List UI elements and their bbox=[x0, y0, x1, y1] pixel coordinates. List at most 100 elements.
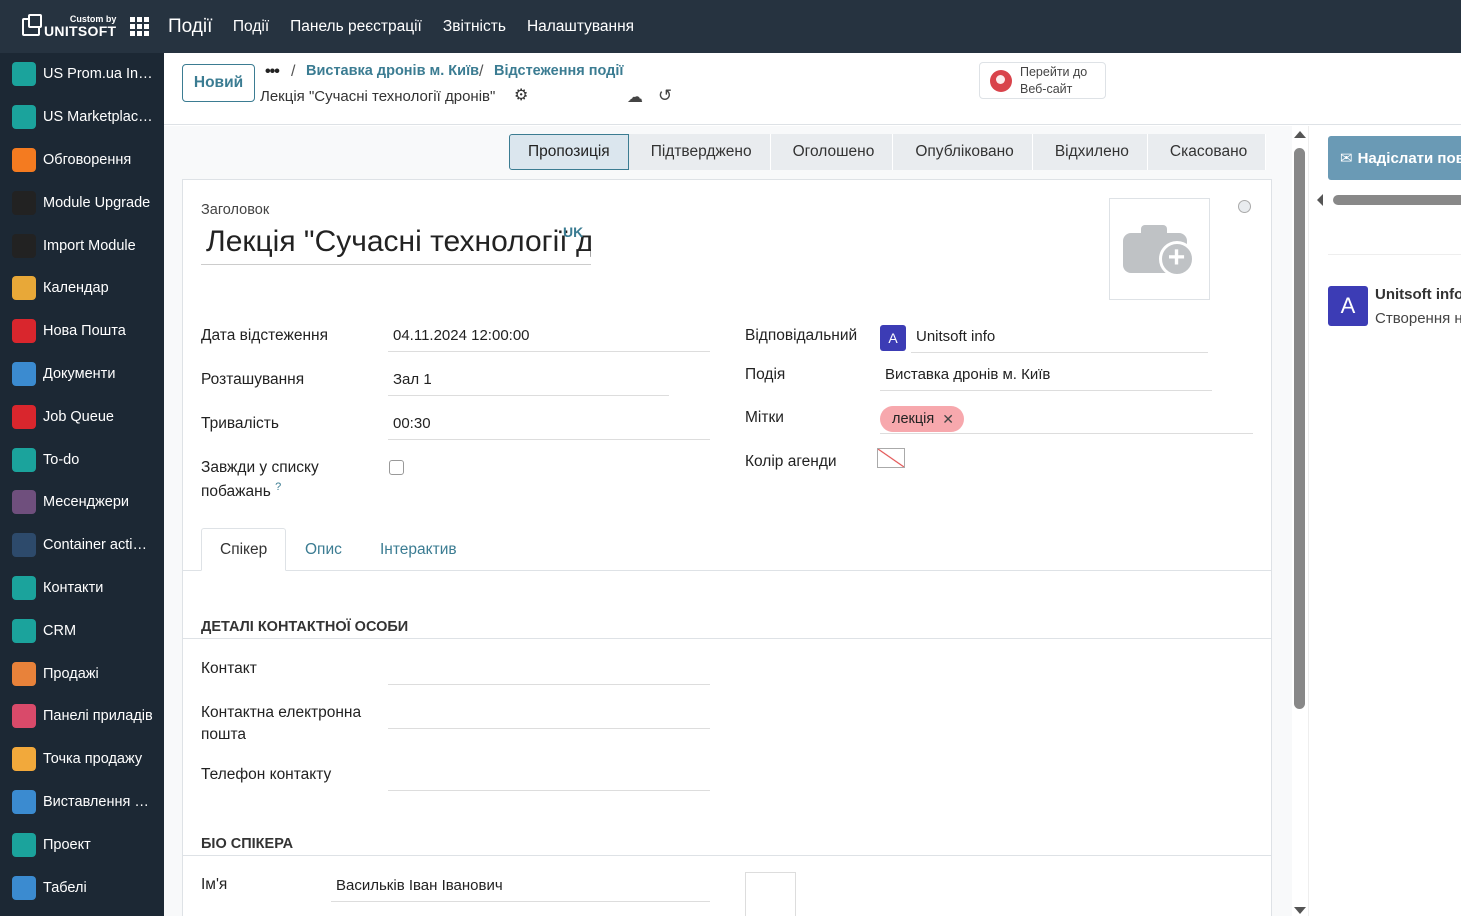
sidebar-item-label: US Marketplace... bbox=[43, 109, 155, 126]
sidebar-item[interactable]: US Prom.ua Inte... bbox=[0, 53, 164, 96]
menu-item-registration-desk[interactable]: Панель реєстрації bbox=[280, 18, 433, 36]
wishlist-label-line1: Завжди у списку bbox=[201, 459, 319, 476]
location-field[interactable]: Зал 1 bbox=[388, 369, 669, 396]
scroll-down-arrow-icon[interactable] bbox=[1294, 907, 1306, 914]
contact-phone-field[interactable] bbox=[388, 764, 710, 791]
sidebar-item[interactable]: Календар bbox=[0, 267, 164, 310]
timesheet-icon bbox=[12, 875, 36, 900]
sidebar-item-label: To-do bbox=[43, 451, 80, 468]
wishlist-label-line2: побажань bbox=[201, 483, 271, 501]
sidebar-item-label: Виставлення ра... bbox=[43, 793, 155, 810]
stage-confirmed[interactable]: Підтверджено bbox=[628, 134, 771, 170]
sidebar-item[interactable]: Проект bbox=[0, 823, 164, 866]
stage-cancelled[interactable]: Скасовано bbox=[1147, 134, 1267, 170]
tag-chip: лекція ✕ bbox=[880, 406, 964, 432]
sidebar-item-label: Module Upgrade bbox=[43, 194, 151, 211]
sidebar-item[interactable]: Точка продажу bbox=[0, 738, 164, 781]
gear-icon[interactable]: ⚙ bbox=[514, 88, 530, 104]
stage-statusbar: Пропозиція Підтверджено Оголошено Опублі… bbox=[509, 134, 1267, 170]
cloud-save-icon[interactable]: ☁ bbox=[627, 87, 643, 107]
menu-item-reporting[interactable]: Звітність bbox=[432, 18, 516, 36]
tab-speaker[interactable]: Спікер bbox=[201, 528, 287, 571]
responsible-field[interactable]: Unitsoft info bbox=[911, 326, 1208, 353]
message-author-name[interactable]: Unitsoft info bbox=[1375, 286, 1461, 303]
stage-published[interactable]: Опубліковано bbox=[893, 134, 1033, 170]
duration-label: Тривалість bbox=[201, 415, 279, 432]
scroll-left-arrow-icon[interactable] bbox=[1317, 194, 1323, 206]
scroll-thumb[interactable] bbox=[1294, 148, 1305, 709]
duration-field[interactable]: 00:30 bbox=[388, 413, 710, 440]
sidebar-item[interactable]: Продажі bbox=[0, 652, 164, 695]
sidebar-item-label: Месенджери bbox=[43, 494, 130, 511]
sidebar-item[interactable]: Контакти bbox=[0, 567, 164, 610]
contact-section-title: Деталі контактної особи bbox=[201, 619, 409, 635]
sidebar-item[interactable]: Месенджери bbox=[0, 481, 164, 524]
sidebar-item[interactable]: Нова Пошта bbox=[0, 310, 164, 353]
sidebar-item[interactable]: Job Queue bbox=[0, 395, 164, 438]
tab-description[interactable]: Опис bbox=[305, 528, 342, 571]
sidebar-item[interactable]: Панелі приладів bbox=[0, 695, 164, 738]
new-button[interactable]: Новий bbox=[182, 64, 255, 102]
language-badge[interactable]: UK bbox=[563, 224, 583, 240]
sidebar-item-label: Import Module bbox=[43, 237, 136, 254]
website-label-line1: Перейти до bbox=[1020, 65, 1088, 80]
sidebar-item[interactable]: Module Upgrade bbox=[0, 181, 164, 224]
sidebar-item[interactable]: Import Module bbox=[0, 224, 164, 267]
sidebar-item[interactable]: Виставлення ра... bbox=[0, 781, 164, 824]
form-sheet: Заголовок Лекція "Сучасні технології дро… bbox=[182, 179, 1272, 916]
date-field[interactable]: 04.11.2024 12:00:00 bbox=[388, 325, 710, 352]
event-field[interactable]: Виставка дронів м. Київ bbox=[880, 364, 1212, 391]
message-author-avatar[interactable]: A bbox=[1328, 286, 1368, 326]
sidebar-item[interactable]: Табелі bbox=[0, 866, 164, 909]
menu-item-events[interactable]: Події bbox=[222, 18, 279, 36]
tag-remove-icon[interactable]: ✕ bbox=[942, 411, 954, 428]
send-message-button[interactable]: ✉ Надіслати повідомлення bbox=[1328, 136, 1461, 180]
tab-interactive[interactable]: Інтерактив bbox=[380, 528, 457, 571]
speaker-name-field[interactable]: Васильків Іван Іванович bbox=[331, 875, 710, 902]
help-tooltip-icon[interactable]: ? bbox=[275, 481, 281, 493]
contact-field[interactable] bbox=[388, 658, 710, 685]
brand-logo[interactable]: Custom by UNITSOFT bbox=[0, 0, 120, 53]
kanban-state-indicator[interactable] bbox=[1238, 200, 1251, 213]
go-to-website-button[interactable]: Перейти до Веб-сайт bbox=[979, 62, 1106, 99]
stage-announced[interactable]: Оголошено bbox=[770, 134, 894, 170]
sidebar-item[interactable]: To-do bbox=[0, 438, 164, 481]
sidebar-item-label: Проект bbox=[43, 836, 91, 853]
undo-icon[interactable]: ↺ bbox=[658, 86, 672, 106]
contact-email-field[interactable] bbox=[388, 702, 710, 729]
sidebar-item[interactable]: Документи bbox=[0, 353, 164, 396]
stage-refused[interactable]: Відхилено bbox=[1032, 134, 1148, 170]
track-image-upload[interactable]: + bbox=[1109, 198, 1210, 300]
title-label: Заголовок bbox=[201, 202, 270, 218]
stage-proposal[interactable]: Пропозиція bbox=[509, 134, 629, 170]
bio-section-title: Біо спікера bbox=[201, 836, 294, 852]
sidebar-item[interactable]: CRM bbox=[0, 609, 164, 652]
sidebar-item[interactable]: US Marketplace... bbox=[0, 96, 164, 139]
documents-icon bbox=[12, 361, 36, 386]
sidebar-item[interactable]: Container actions bbox=[0, 524, 164, 567]
agenda-color-picker[interactable] bbox=[877, 448, 905, 468]
chatter-panel: ✉ Надіслати повідомлення A Unitsoft info… bbox=[1308, 126, 1461, 916]
messenger-icon bbox=[12, 490, 36, 515]
pos-icon bbox=[12, 747, 36, 772]
chatter-horizontal-scroll-thumb[interactable] bbox=[1333, 195, 1461, 205]
responsible-label: Відповідальний bbox=[745, 327, 858, 344]
title-input[interactable]: Лекція "Сучасні технології дронів" bbox=[201, 225, 591, 265]
location-label: Розташування bbox=[201, 371, 305, 388]
wishlist-checkbox[interactable] bbox=[389, 460, 404, 475]
contacts-icon bbox=[12, 575, 36, 600]
app-title[interactable]: Події bbox=[168, 16, 212, 38]
top-navbar: Custom by UNITSOFT Події Події Панель ре… bbox=[0, 0, 1461, 53]
breadcrumb-more-icon[interactable]: ••• bbox=[265, 63, 280, 81]
apps-menu-icon[interactable] bbox=[130, 16, 150, 37]
sidebar-item[interactable]: Обговорення bbox=[0, 139, 164, 182]
chat-bubble-icon bbox=[12, 147, 36, 172]
breadcrumb-tracks-link[interactable]: Відстеження події bbox=[494, 63, 623, 79]
send-message-label: Надіслати повідомлення bbox=[1357, 149, 1461, 167]
scroll-up-arrow-icon[interactable] bbox=[1294, 131, 1306, 138]
breadcrumb-event-link[interactable]: Виставка дронів м. Київ bbox=[306, 63, 479, 79]
speaker-photo-upload[interactable] bbox=[745, 872, 796, 916]
form-view: Пропозиція Підтверджено Оголошено Опублі… bbox=[164, 126, 1292, 916]
tag-chip-label: лекція bbox=[892, 411, 935, 427]
menu-item-settings[interactable]: Налаштування bbox=[516, 18, 644, 36]
